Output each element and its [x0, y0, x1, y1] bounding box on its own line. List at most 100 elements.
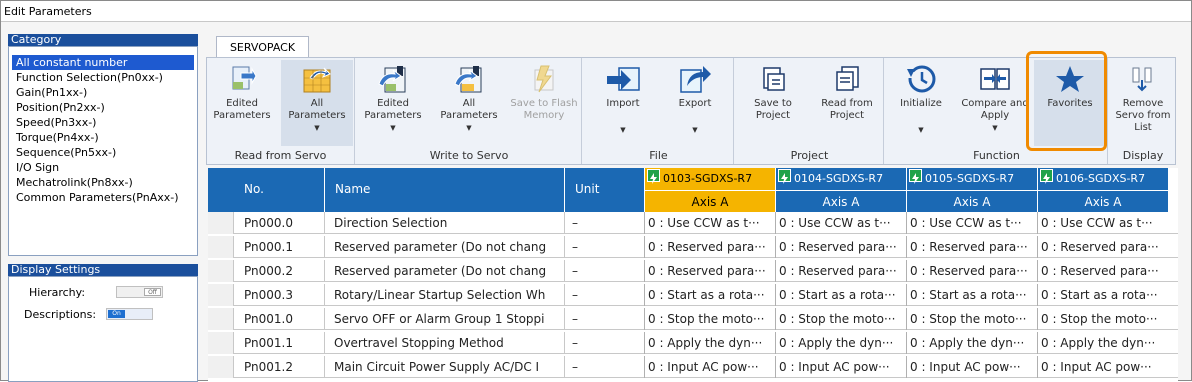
save-to-project-button[interactable]: Save to Project	[738, 60, 808, 146]
device-column-0105[interactable]: 0105-SGDXS-R7 Axis A	[906, 168, 1037, 212]
param-value-cell[interactable]: 0 : Use CCW as t···	[775, 212, 906, 234]
write-edited-parameters-button[interactable]: Edited Parameters ▼	[357, 60, 429, 146]
param-value-cell[interactable]: 0 : Start as a rota···	[1037, 284, 1168, 306]
param-value-cell[interactable]: 0 : Input AC pow···	[775, 356, 906, 378]
column-divider	[564, 236, 565, 258]
column-divider	[564, 212, 565, 234]
compare-and-apply-button[interactable]: Compare and Apply ▼	[960, 60, 1030, 146]
read-edited-icon	[232, 66, 257, 90]
hierarchy-toggle-state: Off	[144, 288, 161, 296]
table-row[interactable]: Pn001.2 Main Circuit Power Supply AC/DC I…	[208, 356, 1178, 378]
param-name: Direction Selection	[334, 216, 448, 230]
initialize-button[interactable]: Initialize ▼	[886, 60, 956, 146]
axis-label: Axis A	[645, 190, 775, 212]
category-item-torque[interactable]: Torque(Pn4xx-)	[9, 130, 197, 145]
param-value-cell[interactable]: 0 : Reserved para···	[775, 260, 906, 282]
param-unit: –	[572, 240, 578, 254]
hierarchy-toggle[interactable]: Off	[116, 286, 163, 298]
remove-servo-from-list-button[interactable]: Remove Servo from List	[1110, 60, 1176, 146]
param-value-cell[interactable]: 0 : Reserved para···	[1037, 260, 1168, 282]
initialize-icon	[907, 65, 936, 93]
read-edited-parameters-button[interactable]: Edited Parameters	[207, 60, 277, 146]
param-unit: –	[572, 264, 578, 278]
row-gutter[interactable]	[208, 260, 234, 282]
param-value-cell[interactable]: 0 : Reserved para···	[1037, 236, 1168, 258]
device-column-0103[interactable]: 0103-SGDXS-R7 Axis A	[644, 168, 775, 212]
save-to-flash-memory-button[interactable]: Save to Flash Memory	[509, 60, 579, 146]
param-value-cell[interactable]: 0 : Apply the dyn···	[906, 332, 1037, 354]
row-gutter[interactable]	[208, 284, 234, 306]
column-divider	[564, 284, 565, 306]
device-name: 0105-SGDXS-R7	[925, 172, 1015, 185]
param-value-cell[interactable]: 0 : Stop the moto···	[644, 308, 775, 330]
category-item-all[interactable]: All constant number	[12, 55, 194, 70]
param-value-cell[interactable]: 0 : Reserved para···	[644, 236, 775, 258]
read-from-project-button[interactable]: Read from Project	[812, 60, 882, 146]
header-no[interactable]: No.	[234, 168, 324, 212]
read-all-parameters-button[interactable]: All Parameters ▼	[281, 60, 353, 146]
param-value-cell[interactable]: 0 : Stop the moto···	[1037, 308, 1168, 330]
connected-icon	[1040, 169, 1053, 184]
descriptions-toggle[interactable]: On	[106, 308, 153, 320]
param-value-cell[interactable]: 0 : Input AC pow···	[1037, 356, 1168, 378]
import-button[interactable]: Import ▼	[588, 60, 658, 146]
table-row[interactable]: Pn000.2 Reserved parameter (Do not chang –…	[208, 260, 1178, 282]
param-value-cell[interactable]: 0 : Stop the moto···	[775, 308, 906, 330]
axis-label: Axis A	[1038, 190, 1168, 212]
param-value-cell[interactable]: 0 : Start as a rota···	[644, 284, 775, 306]
connected-icon	[778, 169, 791, 184]
table-row[interactable]: Pn000.3 Rotary/Linear Startup Selection W…	[208, 284, 1178, 306]
param-value-cell[interactable]: 0 : Apply the dyn···	[1037, 332, 1168, 354]
param-value-cell[interactable]: 0 : Use CCW as t···	[906, 212, 1037, 234]
table-row[interactable]: Pn001.1 Overtravel Stopping Method – 0 : Ap…	[208, 332, 1178, 354]
param-unit: –	[572, 336, 578, 350]
column-divider	[324, 212, 325, 234]
category-item-sequence[interactable]: Sequence(Pn5xx-)	[9, 145, 197, 160]
param-value-cell[interactable]: 0 : Apply the dyn···	[644, 332, 775, 354]
write-edited-icon	[378, 66, 406, 93]
param-value-cell[interactable]: 0 : Reserved para···	[906, 236, 1037, 258]
param-value-cell[interactable]: 0 : Start as a rota···	[775, 284, 906, 306]
category-list: All constant number Function Selection(P…	[8, 46, 198, 256]
param-value-cell[interactable]: 0 : Stop the moto···	[906, 308, 1037, 330]
device-column-0104[interactable]: 0104-SGDXS-R7 Axis A	[775, 168, 906, 212]
row-gutter[interactable]	[208, 332, 234, 354]
group-label-write-to-servo: Write to Servo	[429, 149, 509, 162]
export-button[interactable]: Export ▼	[660, 60, 730, 146]
param-number: Pn000.1	[244, 240, 293, 254]
read-from-project-icon	[836, 66, 859, 91]
param-value-cell[interactable]: 0 : Apply the dyn···	[775, 332, 906, 354]
row-gutter[interactable]	[208, 356, 234, 378]
param-value-cell[interactable]: 0 : Use CCW as t···	[644, 212, 775, 234]
category-item-io-sign[interactable]: I/O Sign	[9, 160, 197, 175]
param-value-cell[interactable]: 0 : Reserved para···	[644, 260, 775, 282]
param-value-cell[interactable]: 0 : Reserved para···	[775, 236, 906, 258]
table-row[interactable]: Pn000.0 Direction Selection – 0 : Use CCW a…	[208, 212, 1178, 234]
axis-label: Axis A	[907, 190, 1037, 212]
row-gutter[interactable]	[208, 308, 234, 330]
table-row[interactable]: Pn001.0 Servo OFF or Alarm Group 1 Stoppi…	[208, 308, 1178, 330]
category-item-common[interactable]: Common Parameters(PnAxx-)	[9, 190, 197, 205]
header-gutter	[208, 168, 234, 212]
category-item-mechatrolink[interactable]: Mechatrolink(Pn8xx-)	[9, 175, 197, 190]
table-row[interactable]: Pn000.1 Reserved parameter (Do not chang –…	[208, 236, 1178, 258]
param-unit: –	[572, 360, 578, 374]
param-name: Reserved parameter (Do not chang	[334, 240, 547, 254]
category-item-function-selection[interactable]: Function Selection(Pn0xx-)	[9, 70, 197, 85]
param-value-cell[interactable]: 0 : Use CCW as t···	[1037, 212, 1168, 234]
device-column-0106[interactable]: 0106-SGDXS-R7 Axis A	[1037, 168, 1168, 212]
category-item-speed[interactable]: Speed(Pn3xx-)	[9, 115, 197, 130]
write-all-parameters-button[interactable]: All Parameters ▼	[433, 60, 505, 146]
header-unit[interactable]: Unit	[564, 168, 644, 212]
param-value-cell[interactable]: 0 : Input AC pow···	[644, 356, 775, 378]
param-value-cell[interactable]: 0 : Start as a rota···	[906, 284, 1037, 306]
param-value-cell[interactable]: 0 : Input AC pow···	[906, 356, 1037, 378]
row-gutter[interactable]	[208, 236, 234, 258]
tab-servopack[interactable]: SERVOPACK	[216, 36, 309, 58]
column-divider	[324, 308, 325, 330]
param-value-cell[interactable]: 0 : Reserved para···	[906, 260, 1037, 282]
category-item-gain[interactable]: Gain(Pn1xx-)	[9, 85, 197, 100]
row-gutter[interactable]	[208, 212, 234, 234]
header-name[interactable]: Name	[324, 168, 564, 212]
category-item-position[interactable]: Position(Pn2xx-)	[9, 100, 197, 115]
